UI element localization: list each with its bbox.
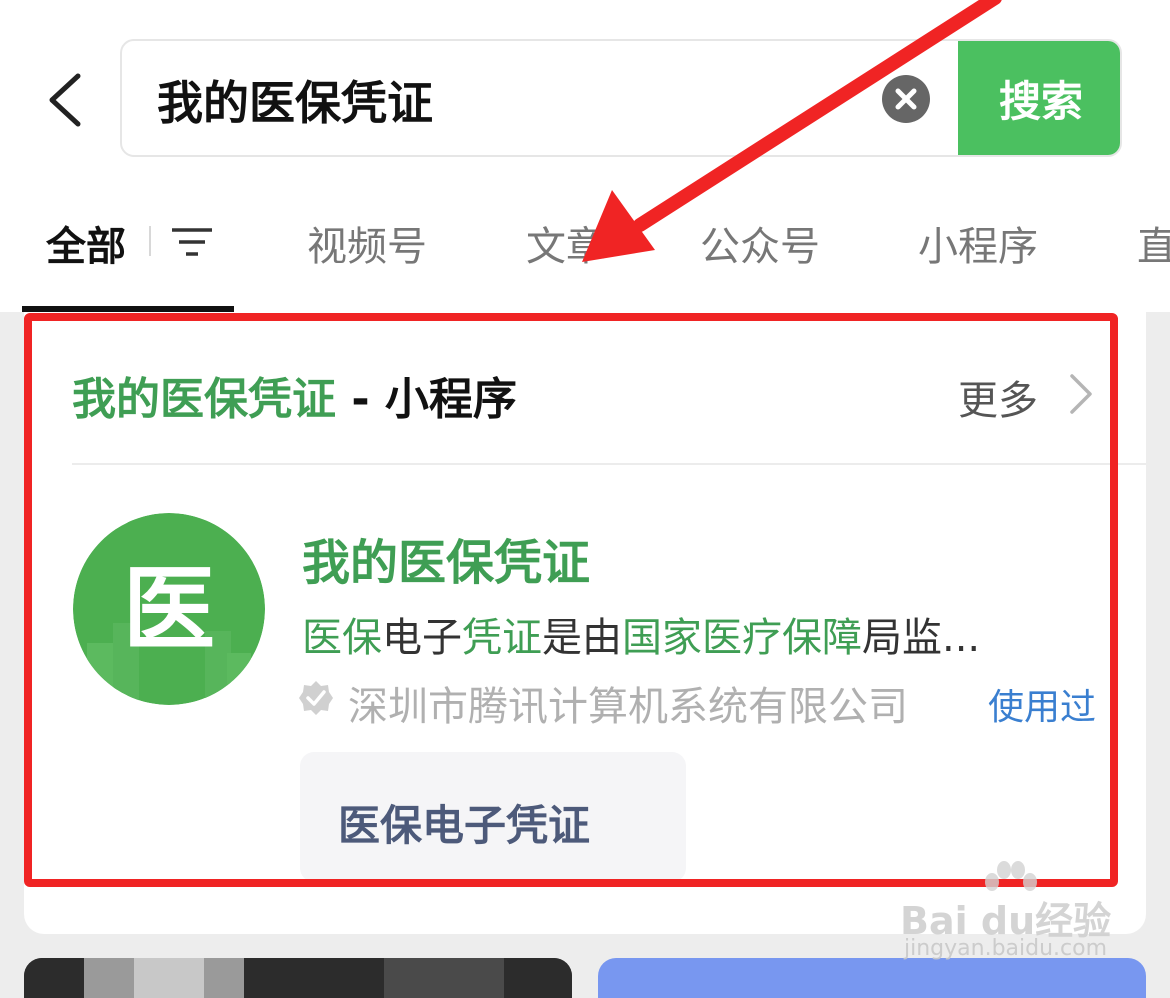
section-title-suffix: - 小程序 (336, 374, 517, 425)
tab-live[interactable]: 直 (1137, 214, 1170, 272)
tab-divider (149, 226, 151, 256)
more-link[interactable]: 更多 (958, 368, 1038, 426)
developer-name: 深圳市腾讯计算机系统有限公司 (348, 684, 908, 730)
desc-part: 是由 (542, 615, 622, 661)
tab-official-accounts[interactable]: 公众号 (700, 214, 820, 272)
desc-part: 局监... (862, 615, 981, 661)
video-thumbnail[interactable] (24, 958, 572, 998)
search-box: 搜索 (120, 39, 1122, 157)
search-input[interactable] (157, 71, 857, 129)
article-thumbnail[interactable] (598, 958, 1146, 998)
desc-part: 医保 (302, 615, 382, 661)
tab-mini-programs[interactable]: 小程序 (918, 214, 1038, 272)
desc-part: 凭证 (462, 615, 542, 661)
back-arrow-icon[interactable] (40, 70, 100, 130)
mini-program-name[interactable]: 我的医保凭证 (302, 523, 590, 593)
desc-part: 国家医疗保障 (622, 615, 862, 661)
used-badge: 使用过 (988, 687, 1097, 728)
card-divider (72, 463, 1146, 465)
filter-icon[interactable] (170, 222, 214, 262)
section-title: 我的医保凭证 - 小程序 (72, 363, 517, 427)
desc-part: 电子 (382, 615, 462, 661)
tab-channels[interactable]: 视频号 (307, 214, 427, 272)
section-title-keyword: 我的医保凭证 (72, 374, 336, 425)
chevron-right-icon[interactable] (1068, 372, 1094, 416)
search-button[interactable]: 搜索 (958, 41, 1120, 155)
service-shortcut[interactable]: 医保电子凭证 (300, 752, 686, 882)
tab-all[interactable]: 全部 (46, 214, 126, 272)
top-bar: 搜索 全部 视频号 文章 公众号 小程序 直 (0, 0, 1170, 312)
tab-articles[interactable]: 文章 (526, 214, 606, 272)
mini-program-logo[interactable]: 医 (73, 513, 265, 705)
service-shortcut-label: 医保电子凭证 (338, 801, 591, 850)
logo-glyph: 医 (123, 556, 215, 663)
verified-badge-icon (299, 681, 333, 715)
clear-icon[interactable] (882, 75, 930, 123)
mini-program-description: 医保电子凭证是由国家医疗保障局监... (302, 605, 980, 663)
